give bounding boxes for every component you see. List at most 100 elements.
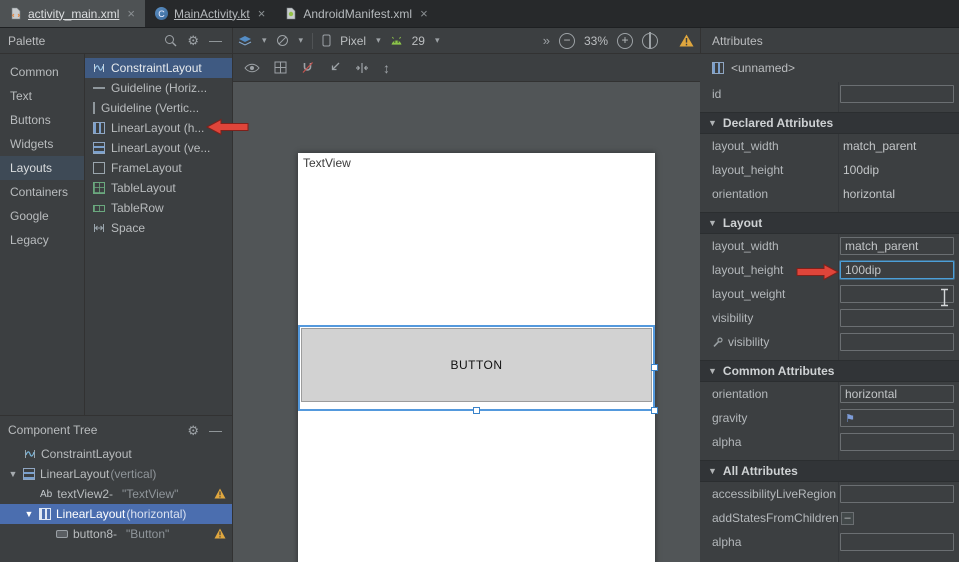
zoom-in-button[interactable]: + <box>617 33 633 49</box>
autoconnect-off-magnet-icon[interactable] <box>301 61 314 74</box>
attr-value[interactable]: horizontal <box>838 187 895 201</box>
attr-row-orientation: orientation horizontal <box>700 382 959 406</box>
tree-row-textview2[interactable]: Ab textView2-"TextView" <box>0 484 232 504</box>
design-toolbar: ▾ ▾ Pixel ▾ 29 ▾ » − 33% + <box>232 28 700 54</box>
tree-expand-icon[interactable]: ▼ <box>8 469 18 479</box>
attr-row-orientation: orientation horizontal <box>700 182 959 206</box>
tree-expand-icon[interactable]: ▼ <box>24 509 34 519</box>
minimize-icon[interactable]: — <box>209 424 222 437</box>
zoom-to-fit-button[interactable] <box>642 33 658 49</box>
attr-label: layout_weight <box>700 287 838 301</box>
alpha-input[interactable] <box>840 533 954 551</box>
flag-icon[interactable]: ⚑ <box>845 412 855 425</box>
tree-node-label: ConstraintLayout <box>41 447 132 461</box>
attr-label: orientation <box>700 387 838 401</box>
expand-vertical-icon[interactable]: ↕ <box>383 61 390 75</box>
attr-value[interactable]: 100dip <box>838 163 879 177</box>
resize-handle-corner[interactable] <box>651 407 658 414</box>
palette-item-tablelayout[interactable]: TableLayout <box>85 178 232 198</box>
center-horizontal-icon[interactable] <box>355 62 369 74</box>
gear-icon[interactable]: ⚙ <box>187 424 199 437</box>
panel-divider[interactable] <box>232 28 233 562</box>
warning-icon[interactable] <box>214 528 226 539</box>
framelayout-icon <box>93 162 105 174</box>
warning-icon[interactable] <box>214 488 226 499</box>
linearlayout-horizontal-icon <box>39 508 51 520</box>
design-surface[interactable]: TextView BUTTON <box>232 82 700 562</box>
attributes-panel: <unnamed> id ▼ Declared Attributes layou… <box>700 54 959 562</box>
tree-node-text: "TextView" <box>122 487 178 501</box>
palette-item-tablerow[interactable]: TableRow <box>85 198 232 218</box>
palette-category-containers[interactable]: Containers <box>0 180 84 204</box>
section-declared-attributes[interactable]: ▼ Declared Attributes <box>700 112 959 134</box>
tab-mainactivity-kt[interactable]: C MainActivity.kt × <box>145 0 275 27</box>
palette-category-widgets[interactable]: Widgets <box>0 132 84 156</box>
button-widget[interactable]: BUTTON <box>301 328 652 402</box>
default-margins-icon[interactable] <box>328 61 341 74</box>
close-icon[interactable]: × <box>420 7 428 20</box>
addstatesfromchildren-checkbox[interactable]: – <box>841 512 854 525</box>
close-icon[interactable]: × <box>127 7 135 20</box>
api-level-selector[interactable]: 29 <box>412 34 425 48</box>
theme-icon[interactable] <box>276 34 289 47</box>
textview-widget[interactable]: TextView <box>303 156 351 170</box>
palette-category-google[interactable]: Google <box>0 204 84 228</box>
tab-activity-main-xml[interactable]: activity_main.xml × <box>0 0 145 27</box>
palette-category-common[interactable]: Common <box>0 60 84 84</box>
palette-item-framelayout[interactable]: FrameLayout <box>85 158 232 178</box>
attr-row-visibility: visibility <box>700 306 959 330</box>
tools-visibility-input[interactable] <box>840 333 954 351</box>
palette-category-text[interactable]: Text <box>0 84 84 108</box>
layout-height-input[interactable]: 100dip <box>840 261 954 279</box>
gear-icon[interactable]: ⚙ <box>187 34 199 47</box>
linearlayout-horizontal-icon <box>93 122 105 134</box>
textview-ab-icon: Ab <box>40 489 52 500</box>
section-layout[interactable]: ▼ Layout <box>700 212 959 234</box>
palette-item-guideline-horizontal[interactable]: Guideline (Horiz... <box>85 78 232 98</box>
layout-weight-input[interactable] <box>840 285 954 303</box>
toolbar-overflow-icon[interactable]: » <box>543 34 550 47</box>
selected-linearlayout[interactable]: BUTTON <box>298 325 655 411</box>
id-input[interactable] <box>840 85 954 103</box>
layout-width-input[interactable]: match_parent <box>840 237 954 255</box>
section-title: Layout <box>723 216 762 230</box>
attr-value[interactable]: match_parent <box>838 139 916 153</box>
tab-androidmanifest-xml[interactable]: AndroidManifest.xml × <box>275 0 437 27</box>
palette-category-legacy[interactable]: Legacy <box>0 228 84 252</box>
resize-handle-right[interactable] <box>651 364 658 371</box>
accessibilityliveregion-input[interactable] <box>840 485 954 503</box>
zoom-out-button[interactable]: − <box>559 33 575 49</box>
tree-row-button8[interactable]: button8-"Button" <box>0 524 232 544</box>
attr-label: visibility <box>700 311 838 325</box>
chevron-down-icon: ▾ <box>262 35 267 46</box>
tree-row-constraintlayout[interactable]: ConstraintLayout <box>0 444 232 464</box>
palette-item-linearlayout-vertical[interactable]: LinearLayout (ve... <box>85 138 232 158</box>
gravity-input[interactable]: ⚑ <box>840 409 954 427</box>
palette-item-space[interactable]: Space <box>85 218 232 238</box>
tablelayout-icon <box>93 182 105 194</box>
design-surface-mode-icon[interactable] <box>238 35 252 47</box>
warning-indicator-icon[interactable] <box>679 34 694 47</box>
device-canvas[interactable]: TextView BUTTON <box>298 153 655 562</box>
constraintlayout-icon <box>93 62 105 74</box>
device-selector[interactable]: Pixel <box>340 34 366 48</box>
section-all-attributes[interactable]: ▼ All Attributes <box>700 460 959 482</box>
search-icon[interactable] <box>164 34 177 47</box>
blueprint-grid-icon[interactable] <box>274 61 287 74</box>
view-options-eye-icon[interactable] <box>244 62 260 74</box>
palette-item-guideline-vertical[interactable]: Guideline (Vertic... <box>85 98 232 118</box>
close-icon[interactable]: × <box>258 7 266 20</box>
linearlayout-vertical-icon <box>23 468 35 480</box>
orientation-input[interactable]: horizontal <box>840 385 954 403</box>
section-common-attributes[interactable]: ▼ Common Attributes <box>700 360 959 382</box>
attributes-panel-header: Attributes <box>700 28 959 54</box>
tree-row-linearlayout-horizontal[interactable]: ▼ LinearLayout(horizontal) <box>0 504 232 524</box>
minimize-icon[interactable]: — <box>209 34 222 47</box>
tree-row-linearlayout-vertical[interactable]: ▼ LinearLayout(vertical) <box>0 464 232 484</box>
palette-category-layouts[interactable]: Layouts <box>0 156 84 180</box>
resize-handle-bottom[interactable] <box>473 407 480 414</box>
palette-item-constraintlayout[interactable]: ConstraintLayout <box>85 58 232 78</box>
alpha-input[interactable] <box>840 433 954 451</box>
visibility-input[interactable] <box>840 309 954 327</box>
palette-category-buttons[interactable]: Buttons <box>0 108 84 132</box>
